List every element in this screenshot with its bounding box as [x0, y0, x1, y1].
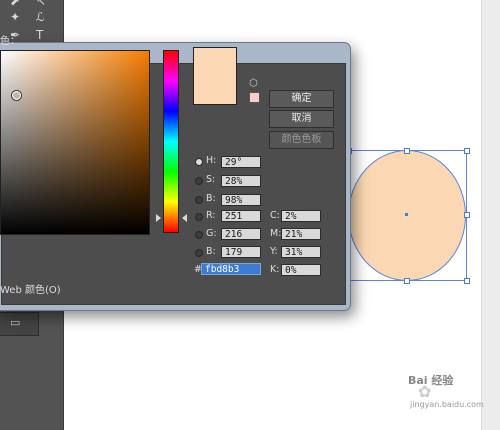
resize-handle-right[interactable] — [464, 212, 470, 218]
radio-b[interactable] — [195, 196, 203, 204]
out-of-web-gamut-icon[interactable]: ⬡ — [249, 78, 258, 89]
radio-blue[interactable] — [195, 249, 203, 257]
screen-mode-button[interactable]: ▭ — [0, 312, 39, 336]
b-input[interactable]: 98% — [221, 194, 261, 206]
y-label: Y: — [270, 246, 278, 257]
y-input[interactable]: 31% — [281, 246, 321, 258]
cancel-button[interactable]: 取消 — [269, 110, 334, 128]
center-point — [405, 213, 408, 216]
m-label: M: — [270, 228, 282, 239]
s-input[interactable]: 28% — [221, 175, 261, 187]
watermark-logo: Bai 经验 — [408, 374, 454, 387]
hex-input[interactable]: fbd8b3 — [201, 263, 261, 275]
g-label: G: — [206, 228, 217, 239]
select-color-label: 色： — [0, 36, 20, 47]
color-swatches-button[interactable]: 颜色色板 — [269, 131, 334, 149]
blue-input[interactable]: 179 — [221, 246, 261, 258]
magic-wand-icon[interactable]: ✦ — [10, 10, 20, 24]
radio-s[interactable] — [195, 177, 203, 185]
hue-slider-left-arrow[interactable] — [156, 214, 161, 222]
m-input[interactable]: 21% — [281, 228, 321, 240]
resize-handle-bottom-right[interactable] — [464, 278, 470, 284]
only-web-colors-label[interactable]: Web 颜色(O) — [0, 281, 61, 296]
color-field-marker[interactable] — [12, 91, 21, 100]
r-input[interactable]: 251 — [221, 210, 261, 222]
r-label: R: — [206, 210, 216, 221]
lasso-icon[interactable]: ↖ — [36, 0, 46, 8]
hue-slider[interactable] — [163, 50, 179, 233]
lasso-tool-icon[interactable]: ℒ — [36, 10, 45, 24]
radio-r[interactable] — [195, 213, 203, 221]
c-label: C: — [270, 210, 280, 221]
selection-icon[interactable]: ⬈ — [10, 0, 20, 8]
watermark-url: jingyan.baidu.com — [410, 400, 484, 409]
k-input[interactable]: 0% — [281, 264, 321, 276]
screen-mode-icon: ▭ — [10, 316, 21, 329]
b-label: B: — [206, 193, 216, 204]
c-input[interactable]: 2% — [281, 210, 321, 222]
blue-label: B: — [206, 246, 216, 257]
scrollbar[interactable] — [481, 0, 500, 430]
hue-slider-right-arrow[interactable] — [182, 214, 187, 222]
web-safe-swatch[interactable] — [249, 92, 260, 103]
k-label: K: — [270, 264, 280, 275]
resize-handle-bottom[interactable] — [404, 278, 410, 284]
radio-g[interactable] — [195, 231, 203, 239]
s-label: S: — [206, 174, 216, 185]
resize-handle-top-right[interactable] — [464, 148, 470, 154]
h-label: H: — [206, 155, 217, 166]
radio-h[interactable] — [195, 158, 203, 166]
g-input[interactable]: 216 — [221, 228, 261, 240]
color-field[interactable] — [0, 50, 150, 235]
resize-handle-top[interactable] — [404, 148, 410, 154]
ok-button[interactable]: 确定 — [269, 90, 334, 108]
h-input[interactable]: 29° — [221, 156, 261, 168]
type-icon[interactable]: T — [36, 28, 43, 42]
new-color-preview — [193, 47, 237, 105]
